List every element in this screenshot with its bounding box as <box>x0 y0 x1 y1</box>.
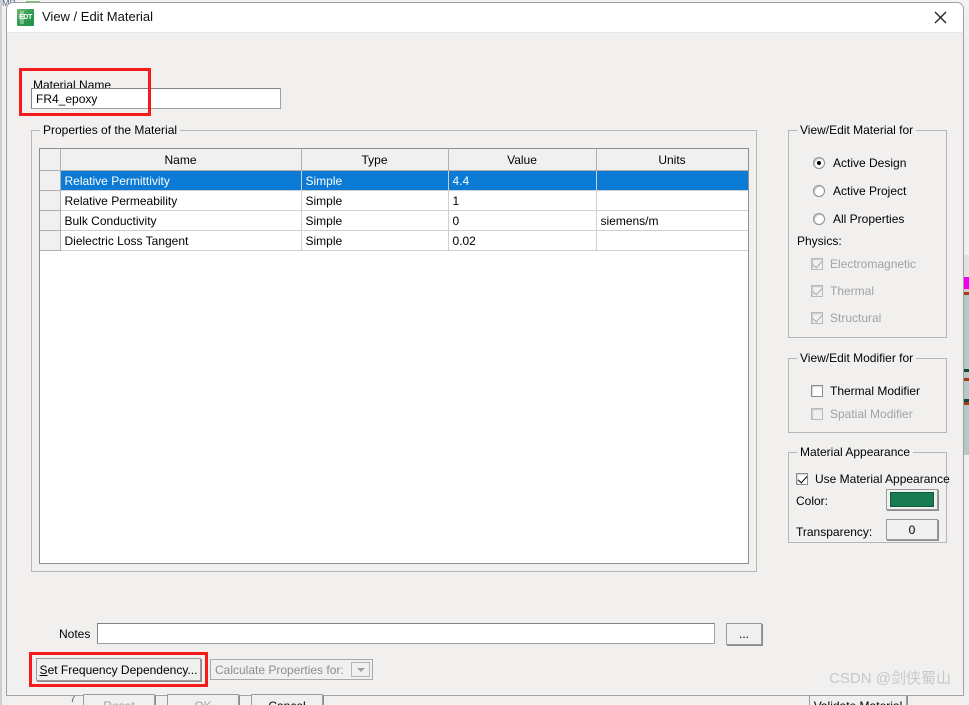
row-selector-cell[interactable] <box>40 210 61 231</box>
column-header-name[interactable]: Name <box>60 149 302 171</box>
checkbox-spatial-modifier: Spatial Modifier <box>811 407 913 421</box>
material-color-button[interactable] <box>886 489 938 510</box>
radio-all-properties[interactable]: All Properties <box>813 212 904 226</box>
property-value-cell[interactable]: 1 <box>448 190 597 211</box>
properties-table: Name Type Value Units Relative Permittiv… <box>40 149 748 251</box>
notes-label: Notes <box>59 627 91 641</box>
properties-table-body: Relative Permittivity Simple 4.4 Relative P… <box>40 170 748 251</box>
table-row[interactable]: Bulk Conductivity Simple 0 siemens/m <box>40 210 748 231</box>
property-type-cell[interactable]: Simple <box>301 230 449 251</box>
color-label: Color: <box>796 494 829 508</box>
notes-input[interactable] <box>97 623 715 644</box>
row-selector-cell[interactable] <box>40 170 61 191</box>
checkbox-thermal-box <box>811 285 823 297</box>
material-appearance-title: Material Appearance <box>797 445 914 459</box>
properties-group-title: Properties of the Material <box>40 123 181 137</box>
set-frequency-dependency-button[interactable]: Set Frequency Dependency... <box>36 658 201 681</box>
radio-active-design-dot <box>813 157 825 169</box>
checkbox-structural-box <box>811 312 823 324</box>
checkbox-spatial-modifier-box <box>811 408 823 420</box>
radio-active-project[interactable]: Active Project <box>813 184 906 198</box>
dialog-titlebar: EDT View / Edit Material <box>7 3 963 33</box>
checkbox-structural: Structural <box>811 311 881 325</box>
set-frequency-dependency-label: Set Frequency Dependency... <box>39 662 198 677</box>
table-row[interactable]: Relative Permittivity Simple 4.4 <box>40 170 748 191</box>
property-name-cell[interactable]: Dielectric Loss Tangent <box>60 230 302 251</box>
checkbox-thermal: Thermal <box>811 284 874 298</box>
checkbox-thermal-label: Thermal <box>830 284 875 298</box>
view-edit-material-dialog: EDT View / Edit Material Material Name F… <box>6 2 964 705</box>
material-editor-icon: EDT <box>17 9 34 26</box>
property-name-cell[interactable]: Bulk Conductivity <box>60 210 302 231</box>
transparency-button[interactable]: 0 <box>886 519 938 540</box>
checkbox-use-material-appearance-box <box>796 473 808 485</box>
property-units-cell[interactable] <box>596 170 748 191</box>
checkbox-electromagnetic-box <box>811 258 823 270</box>
property-type-cell[interactable]: Simple <box>301 170 449 191</box>
column-header-value[interactable]: Value <box>448 149 597 171</box>
table-row[interactable]: Relative Permeability Simple 1 <box>40 190 748 211</box>
checkbox-spatial-modifier-label: Spatial Modifier <box>830 407 913 421</box>
calculate-properties-for-select[interactable]: Calculate Properties for: <box>210 659 373 680</box>
chevron-down-icon[interactable] <box>351 662 370 677</box>
property-name-cell[interactable]: Relative Permittivity <box>60 170 302 191</box>
property-units-cell[interactable] <box>596 190 748 211</box>
cancel-button[interactable]: Cancel <box>251 694 323 705</box>
reset-button: Reset <box>83 694 155 705</box>
screen: MP... 7 EDT View / Edit Material Materia… <box>0 0 969 705</box>
table-row[interactable]: Dielectric Loss Tangent Simple 0.02 <box>40 230 748 251</box>
checkbox-electromagnetic-label: Electromagnetic <box>830 257 917 271</box>
row-selector-cell[interactable] <box>40 190 61 211</box>
checkbox-use-material-appearance[interactable]: Use Material Appearance <box>796 472 950 486</box>
radio-active-project-dot <box>813 185 825 197</box>
property-value-cell[interactable]: 0.02 <box>448 230 597 251</box>
material-color-swatch <box>890 492 934 507</box>
material-properties-table[interactable]: Name Type Value Units Relative Permittiv… <box>39 148 749 564</box>
table-corner-header <box>40 149 61 171</box>
property-units-cell[interactable]: siemens/m <box>596 210 748 231</box>
property-value-cell[interactable]: 4.4 <box>448 170 597 191</box>
close-icon[interactable] <box>917 3 963 31</box>
notes-browse-button[interactable]: ... <box>726 623 762 645</box>
row-selector-cell[interactable] <box>40 230 61 251</box>
transparency-label: Transparency: <box>796 525 873 539</box>
radio-active-design-label: Active Design <box>833 156 907 170</box>
property-type-cell[interactable]: Simple <box>301 190 449 211</box>
column-header-type[interactable]: Type <box>301 149 449 171</box>
csdn-watermark: CSDN @剑侠蜀山 <box>829 670 951 687</box>
checkbox-thermal-modifier[interactable]: Thermal Modifier <box>811 384 920 398</box>
checkbox-use-material-appearance-label: Use Material Appearance <box>815 472 950 486</box>
validate-material-button[interactable]: Validate Material <box>809 695 907 705</box>
checkbox-structural-label: Structural <box>830 311 882 325</box>
material-name-input[interactable]: FR4_epoxy <box>31 88 281 109</box>
view-edit-material-for-title: View/Edit Material for <box>797 123 917 137</box>
checkbox-thermal-modifier-box <box>811 385 823 397</box>
property-type-cell[interactable]: Simple <box>301 210 449 231</box>
view-edit-modifier-for-title: View/Edit Modifier for <box>797 351 917 365</box>
checkbox-thermal-modifier-label: Thermal Modifier <box>830 384 921 398</box>
checkbox-electromagnetic: Electromagnetic <box>811 257 916 271</box>
property-value-cell[interactable]: 0 <box>448 210 597 231</box>
radio-active-project-label: Active Project <box>833 184 907 198</box>
ok-button: OK <box>167 694 239 705</box>
physics-label: Physics: <box>797 234 842 248</box>
calculate-properties-for-label: Calculate Properties for: <box>215 662 344 677</box>
table-header-row: Name Type Value Units <box>40 149 748 171</box>
property-name-cell[interactable]: Relative Permeability <box>60 190 302 211</box>
radio-active-design[interactable]: Active Design <box>813 156 906 170</box>
property-units-cell[interactable] <box>596 230 748 251</box>
dialog-title: View / Edit Material <box>42 9 154 24</box>
dialog-client-area: Material Name FR4_epoxy Properties of th… <box>7 33 963 705</box>
column-header-units[interactable]: Units <box>596 149 748 171</box>
radio-all-properties-dot <box>813 213 825 225</box>
background-left-border <box>0 0 2 705</box>
radio-all-properties-label: All Properties <box>833 212 905 226</box>
